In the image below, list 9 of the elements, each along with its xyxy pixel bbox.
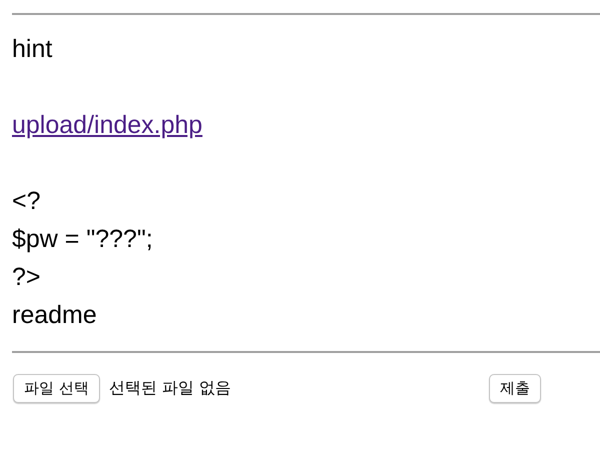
text-line: $pw = "???"; bbox=[12, 224, 153, 255]
choose-file-button[interactable]: 파일 선택 bbox=[13, 374, 100, 403]
text-line: ?> bbox=[12, 262, 41, 293]
submit-button[interactable]: 제출 bbox=[489, 374, 541, 403]
upload-link[interactable]: upload/index.php bbox=[12, 106, 202, 144]
text-line: readme bbox=[12, 300, 97, 331]
text-line: <? bbox=[12, 186, 41, 217]
file-status-text: 선택된 파일 없음 bbox=[108, 378, 231, 399]
text-line: hint bbox=[12, 34, 52, 65]
